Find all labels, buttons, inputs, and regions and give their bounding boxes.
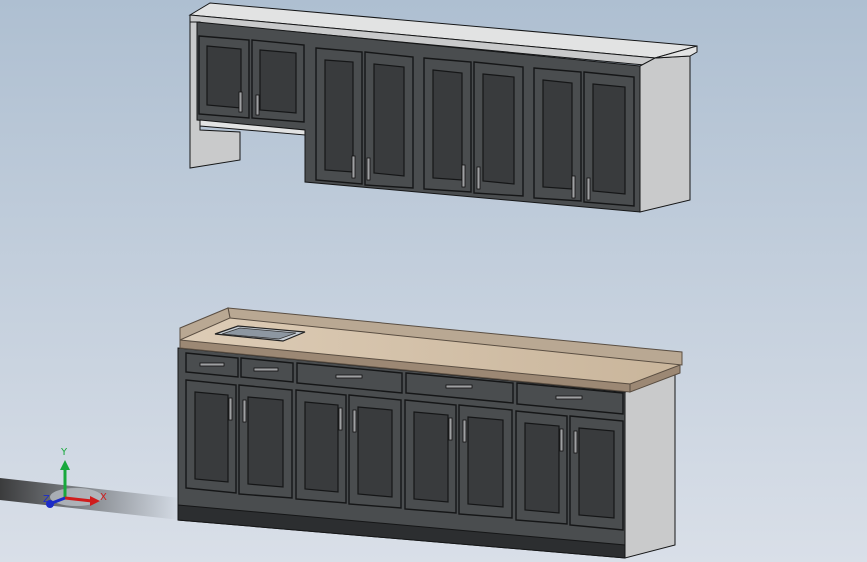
door-handle[interactable] <box>573 430 578 454</box>
wall-cabinet-right-side <box>639 55 691 213</box>
door-handle[interactable] <box>228 397 233 421</box>
drawer-handle[interactable] <box>253 367 279 372</box>
door-handle[interactable] <box>338 407 343 431</box>
base-door-4a-panel <box>524 422 560 514</box>
triad-z-label: Z <box>43 494 50 505</box>
base-door-3b-panel <box>467 416 504 508</box>
base-cabinet-assembly[interactable] <box>177 307 683 559</box>
triad-y-label: Y <box>60 447 68 458</box>
door-handle[interactable] <box>462 419 467 443</box>
base-door-1a-panel <box>194 391 229 483</box>
wall-cabinet-4[interactable] <box>533 67 635 207</box>
door-handle[interactable] <box>448 417 453 441</box>
door-handle[interactable] <box>351 155 356 179</box>
door-handle[interactable] <box>476 166 481 190</box>
wall-door-3a-panel <box>432 69 463 181</box>
door-handle[interactable] <box>352 409 357 433</box>
wall-door-1b-panel <box>259 49 297 114</box>
wall-door-1a-panel <box>206 45 242 109</box>
drawer-handle[interactable] <box>335 374 363 379</box>
base-cabinet-right-side <box>624 373 676 559</box>
triad-x-label: X <box>100 492 107 503</box>
graphics-viewport[interactable]: Y X Z <box>0 0 867 562</box>
cad-scene[interactable]: Y X Z <box>0 0 867 562</box>
base-door-2b-panel <box>357 406 393 498</box>
drawer-handle[interactable] <box>445 384 473 389</box>
door-handle[interactable] <box>366 157 371 181</box>
wall-cabinet-2[interactable] <box>315 47 414 189</box>
wall-door-2a-panel <box>324 59 354 173</box>
base-door-4b-panel <box>578 427 615 519</box>
door-handle[interactable] <box>461 164 466 188</box>
door-handle[interactable] <box>238 91 243 113</box>
base-door-2a-panel <box>304 401 339 493</box>
wall-door-4b-panel <box>592 83 626 195</box>
door-handle[interactable] <box>586 177 591 201</box>
door-handle[interactable] <box>255 94 260 116</box>
wall-cabinet-1[interactable] <box>198 35 305 123</box>
door-handle[interactable] <box>559 428 564 452</box>
door-handle[interactable] <box>571 175 576 199</box>
drawer-handle[interactable] <box>555 395 583 400</box>
drawer-handle[interactable] <box>199 362 225 367</box>
wall-door-2b-panel <box>373 63 405 177</box>
wall-cabinet-3[interactable] <box>423 57 524 197</box>
door-handle[interactable] <box>242 399 247 423</box>
base-door-1b-panel <box>247 396 284 488</box>
base-door-3a-panel <box>413 411 449 503</box>
wall-door-3b-panel <box>482 73 515 185</box>
wall-door-4a-panel <box>542 79 573 190</box>
